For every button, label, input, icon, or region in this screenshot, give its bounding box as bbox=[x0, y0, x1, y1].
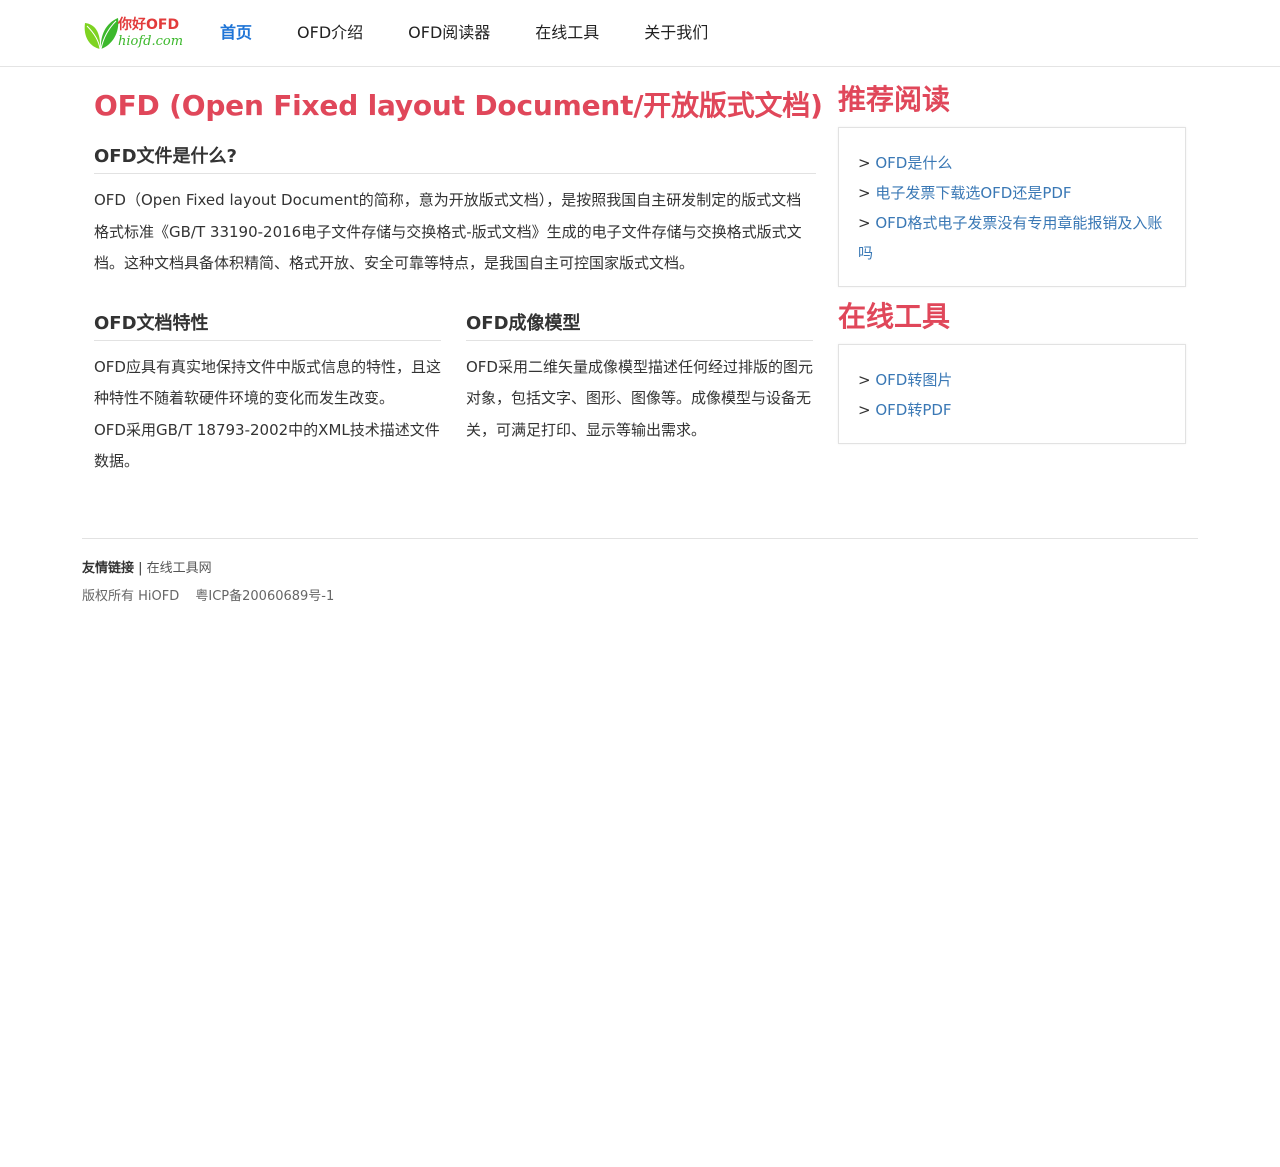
what-is-ofd-text: OFD（Open Fixed layout Document的简称，意为开放版式… bbox=[94, 191, 802, 272]
features-text-2: OFD采用GB/T 18793-2002中的XML技术描述文件数据。 bbox=[94, 420, 440, 471]
imaging-model-text: OFD采用二维矢量成像模型描述任何经过排版的图元对象，包括文字、图形、图像等。成… bbox=[466, 357, 813, 439]
link-prefix: > bbox=[858, 371, 876, 389]
page-title: OFD (Open Fixed layout Document/开放版式文档) bbox=[94, 89, 823, 122]
copyright-line: 版权所有 HiOFD 粤ICP备20060689号-1 bbox=[82, 587, 1198, 607]
link-prefix: > bbox=[858, 401, 876, 419]
friend-links-label: 友情链接 bbox=[82, 560, 135, 576]
recommended-reading-box: > OFD是什么 > 电子发票下载选OFD还是PDF > OFD格式电子发票没有… bbox=[838, 127, 1186, 287]
header-inner: 你好OFD hiofd.com 首页 OFD介绍 OFD阅读器 在线工具 关于我… bbox=[82, 0, 1198, 66]
copyright-text: 版权所有 HiOFD bbox=[82, 588, 180, 604]
site-header: 你好OFD hiofd.com 首页 OFD介绍 OFD阅读器 在线工具 关于我… bbox=[0, 0, 1280, 67]
tool-link-ofd-to-image[interactable]: OFD转图片 bbox=[875, 371, 952, 389]
friend-link-online-tools-site[interactable]: 在线工具网 bbox=[147, 561, 212, 576]
link-prefix: > bbox=[858, 184, 876, 202]
recommended-reading-heading: 推荐阅读 bbox=[838, 83, 951, 116]
imaging-column: OFD成像模型 OFD采用二维矢量成像模型描述任何经过排版的图元对象，包括文字、… bbox=[466, 312, 813, 478]
link-prefix: > bbox=[858, 154, 876, 172]
logo-title: 你好OFD bbox=[118, 17, 180, 33]
leaf-logo-icon bbox=[84, 18, 119, 50]
reading-link-what-is-ofd[interactable]: OFD是什么 bbox=[875, 154, 952, 172]
nav-item-about-us[interactable]: 关于我们 bbox=[644, 0, 708, 66]
sidebar: 推荐阅读 > OFD是什么 > 电子发票下载选OFD还是PDF > OFD格式电… bbox=[838, 83, 1186, 478]
link-prefix: > bbox=[858, 214, 876, 232]
list-item: > OFD转PDF bbox=[858, 395, 1167, 425]
friend-links-separator: | bbox=[134, 560, 147, 576]
reading-link-ofd-or-pdf[interactable]: 电子发票下载选OFD还是PDF bbox=[875, 184, 1071, 202]
nav-item-ofd-reader[interactable]: OFD阅读器 bbox=[408, 0, 490, 66]
site-logo[interactable]: 你好OFD hiofd.com bbox=[82, 11, 192, 55]
main-nav: 首页 OFD介绍 OFD阅读器 在线工具 关于我们 bbox=[220, 0, 753, 66]
icp-record: 粤ICP备20060689号-1 bbox=[195, 588, 335, 604]
online-tools-box: > OFD转图片 > OFD转PDF bbox=[838, 344, 1186, 444]
logo-domain: hiofd.com bbox=[118, 34, 184, 49]
nav-item-ofd-intro[interactable]: OFD介绍 bbox=[297, 0, 363, 66]
online-tools-heading: 在线工具 bbox=[838, 300, 951, 333]
reading-link-invoice-reimbursement[interactable]: OFD格式电子发票没有专用章能报销及入账吗 bbox=[858, 214, 1162, 262]
tool-link-ofd-to-pdf[interactable]: OFD转PDF bbox=[875, 401, 951, 419]
section-title-what-is-ofd: OFD文件是什么? bbox=[94, 145, 816, 174]
nav-item-online-tools[interactable]: 在线工具 bbox=[535, 0, 599, 66]
logo-text: 你好OFD hiofd.com bbox=[118, 18, 183, 48]
content-container: OFD (Open Fixed layout Document/开放版式文档) … bbox=[82, 83, 1198, 478]
list-item: > OFD格式电子发票没有专用章能报销及入账吗 bbox=[858, 208, 1167, 268]
list-item: > OFD是什么 bbox=[858, 148, 1167, 178]
main-content: OFD (Open Fixed layout Document/开放版式文档) … bbox=[82, 87, 823, 478]
features-text-1: OFD应具有真实地保持文件中版式信息的特性，且这种特性不随着软硬件环境的变化而发… bbox=[94, 357, 441, 408]
list-item: > OFD转图片 bbox=[858, 365, 1167, 395]
site-footer: 友情链接 | 在线工具网 版权所有 HiOFD 粤ICP备20060689号-1 bbox=[82, 537, 1198, 607]
feature-columns: OFD文档特性 OFD应具有真实地保持文件中版式信息的特性，且这种特性不随着软硬… bbox=[94, 312, 816, 478]
friend-links: 友情链接 | 在线工具网 bbox=[82, 559, 1198, 579]
features-column: OFD文档特性 OFD应具有真实地保持文件中版式信息的特性，且这种特性不随着软硬… bbox=[94, 312, 441, 478]
list-item: > 电子发票下载选OFD还是PDF bbox=[858, 178, 1167, 208]
section-title-imaging-model: OFD成像模型 bbox=[466, 312, 813, 341]
nav-item-home[interactable]: 首页 bbox=[220, 0, 252, 66]
section-title-features: OFD文档特性 bbox=[94, 312, 441, 341]
